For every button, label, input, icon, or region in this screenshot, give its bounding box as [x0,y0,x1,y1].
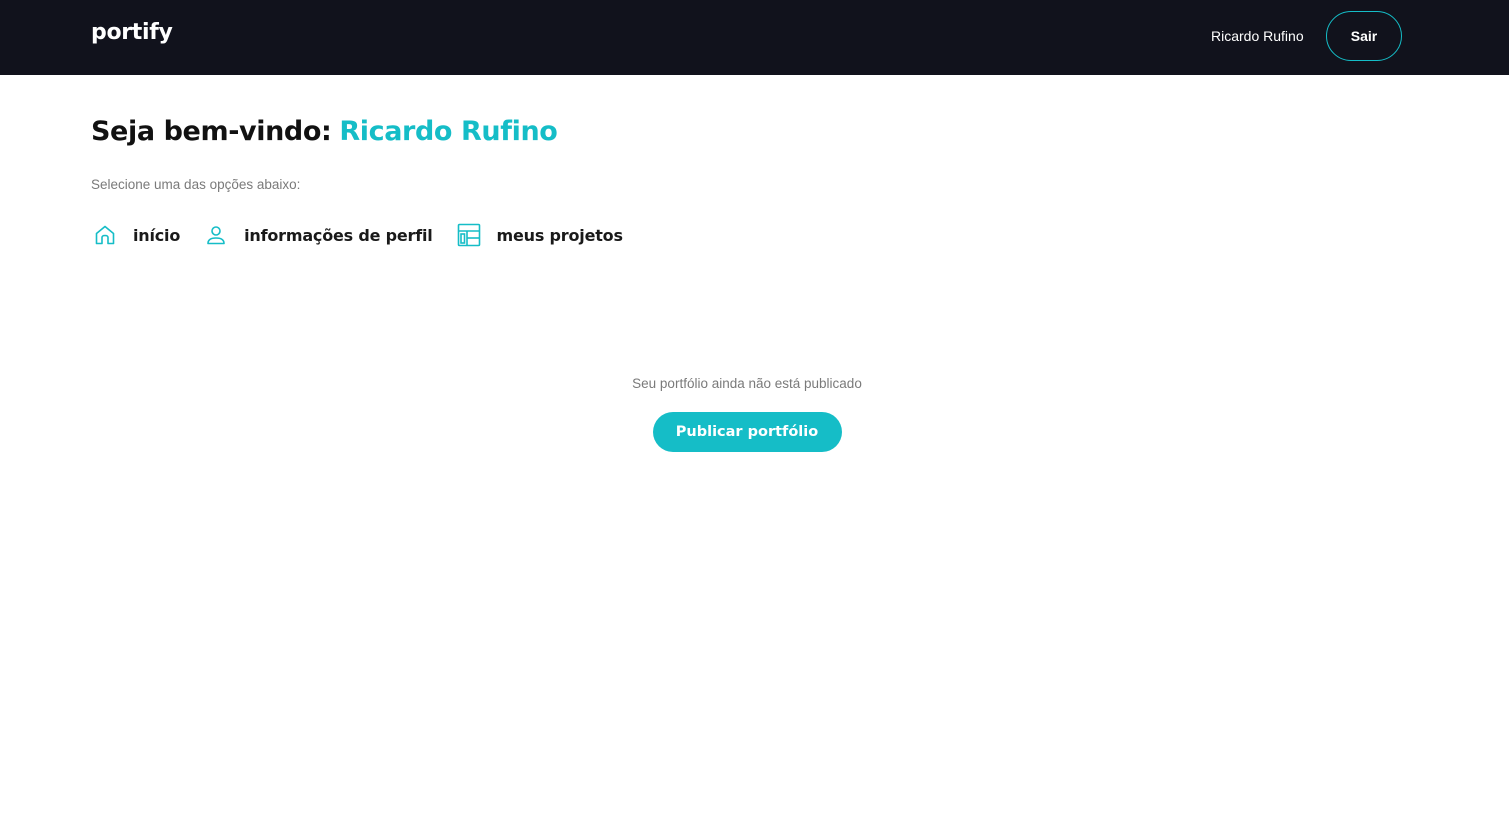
nav-item-perfil[interactable]: informações de perfil [202,221,433,249]
layout-icon [455,221,483,249]
page-title: Seja bem-vindo: Ricardo Rufino [91,116,558,147]
welcome-user-name: Ricardo Rufino [339,116,558,147]
nav-item-label: início [133,225,181,245]
publish-portfolio-button[interactable]: Publicar portfólio [652,412,842,452]
options-nav: início informações de perfil meus projet… [91,219,645,251]
app-logo[interactable]: portify [91,20,173,45]
logout-button[interactable]: Sair [1326,11,1402,61]
user-icon [202,221,230,249]
nav-item-inicio[interactable]: início [91,221,180,249]
portfolio-empty-state: Seu portfólio ainda não está publicado P… [0,376,1494,452]
nav-item-label: meus projetos [496,225,623,245]
current-user-name: Ricardo Rufino [1211,28,1304,44]
portfolio-status-message: Seu portfólio ainda não está publicado [632,376,862,391]
welcome-prefix: Seja bem-vindo: [91,116,332,147]
home-icon [91,221,119,249]
top-navbar: portify Ricardo Rufino Sair [0,0,1509,75]
instruction-text: Selecione uma das opções abaixo: [91,177,301,192]
nav-item-projetos[interactable]: meus projetos [455,221,623,249]
nav-item-label: informações de perfil [244,225,433,245]
